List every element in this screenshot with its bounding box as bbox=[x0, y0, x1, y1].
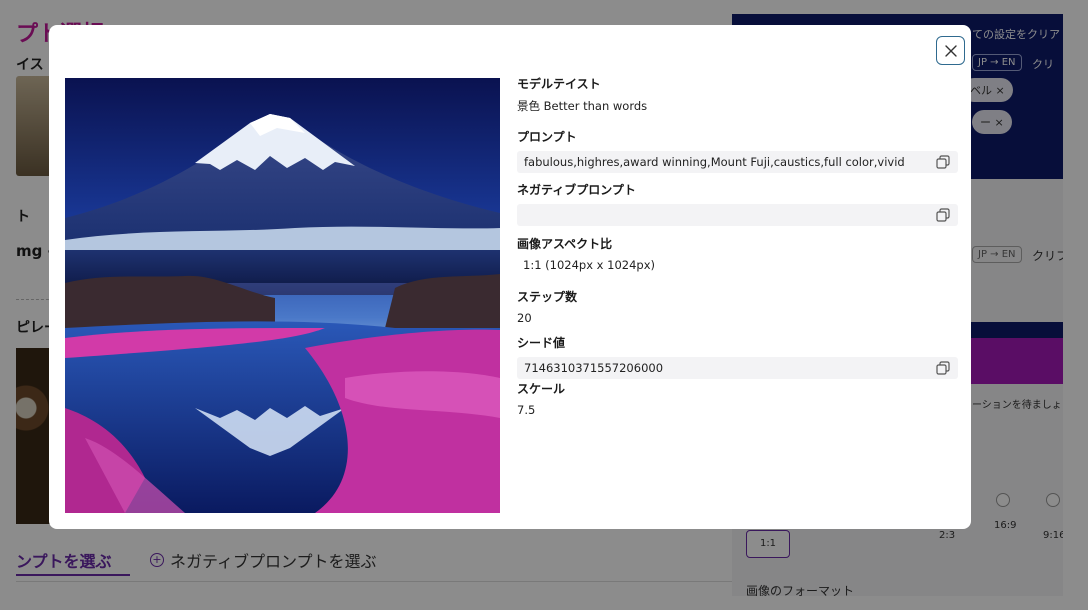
copy-icon[interactable] bbox=[936, 208, 950, 222]
model-taste-label: モデルテイスト bbox=[517, 77, 601, 91]
close-button[interactable] bbox=[936, 36, 965, 65]
seed-label: シード値 bbox=[517, 336, 566, 350]
scale-field: スケール 7.5 bbox=[517, 380, 958, 417]
copy-icon[interactable] bbox=[936, 155, 950, 169]
aspect-ratio-field: 画像アスペクト比 1:1 (1024px x 1024px) bbox=[517, 235, 958, 272]
scale-label: スケール bbox=[517, 382, 566, 396]
scale-value: 7.5 bbox=[517, 403, 536, 417]
negative-prompt-label: ネガティブプロンプト bbox=[517, 183, 636, 197]
steps-value: 20 bbox=[517, 311, 532, 325]
generated-image bbox=[65, 78, 500, 513]
prompt-field: プロンプト fabulous,highres,award winning,Mou… bbox=[517, 128, 958, 173]
close-icon bbox=[944, 44, 957, 57]
steps-label: ステップ数 bbox=[517, 290, 578, 304]
image-detail-modal: モデルテイスト 景色 Better than words プロンプト fabul… bbox=[49, 25, 971, 529]
seed-box: 7146310371557206000 bbox=[517, 357, 958, 379]
aspect-ratio-label: 画像アスペクト比 bbox=[517, 237, 613, 251]
negative-prompt-box bbox=[517, 204, 958, 226]
copy-icon[interactable] bbox=[936, 361, 950, 375]
mount-fuji-image bbox=[65, 78, 500, 513]
seed-field: シード値 7146310371557206000 bbox=[517, 334, 958, 379]
steps-field: ステップ数 20 bbox=[517, 288, 958, 325]
prompt-label: プロンプト bbox=[517, 130, 577, 144]
model-taste-field: モデルテイスト 景色 Better than words bbox=[517, 75, 958, 114]
prompt-box: fabulous,highres,award winning,Mount Fuj… bbox=[517, 151, 958, 173]
model-taste-value: 景色 Better than words bbox=[517, 99, 648, 113]
seed-value: 7146310371557206000 bbox=[524, 361, 664, 375]
aspect-ratio-value: 1:1 (1024px x 1024px) bbox=[523, 258, 655, 272]
negative-prompt-field: ネガティブプロンプト bbox=[517, 181, 958, 226]
prompt-value: fabulous,highres,award winning,Mount Fuj… bbox=[524, 155, 905, 169]
